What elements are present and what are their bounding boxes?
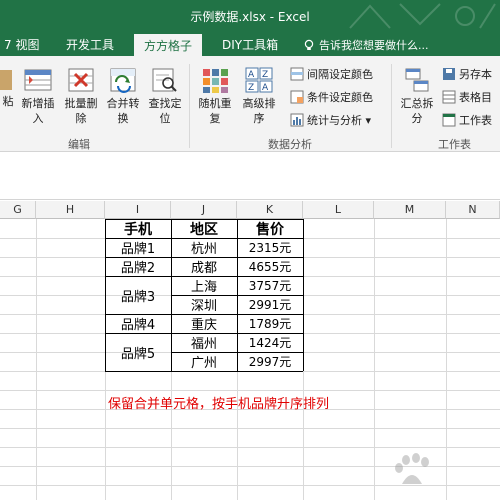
instruction-note: 保留合并单元格，按手机品牌升序排列 [108,397,330,412]
table-borders [105,219,304,372]
baidu-watermark [395,453,429,484]
